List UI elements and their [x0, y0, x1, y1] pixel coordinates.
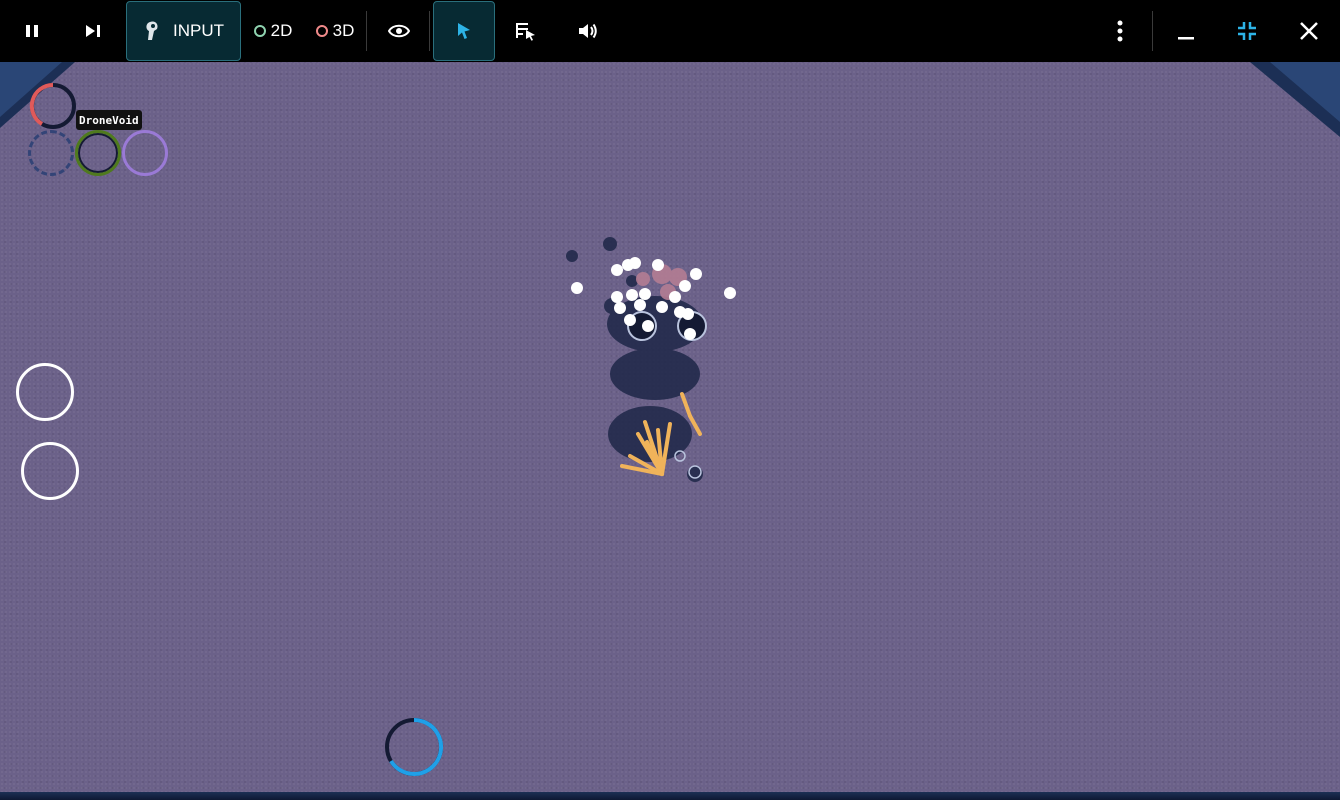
projectile [614, 302, 626, 314]
visibility-button[interactable] [379, 0, 419, 62]
toolbar-separator [429, 11, 430, 51]
step-forward-icon [86, 25, 100, 37]
enemy-drone [566, 250, 578, 262]
projectile [634, 299, 646, 311]
collapse-icon [1238, 22, 1256, 40]
ring-2d-icon [253, 25, 266, 37]
mode-3d-button[interactable]: 3D [310, 0, 360, 62]
volume-icon [579, 23, 597, 39]
projectile [684, 328, 696, 340]
health-ring [29, 82, 76, 129]
battle-cluster [566, 237, 736, 482]
list-select-icon [516, 23, 535, 41]
ability-ring-2 [75, 130, 121, 176]
projectile [624, 314, 636, 326]
projectile [674, 306, 686, 318]
pink-blast [636, 272, 650, 286]
spark [680, 392, 692, 418]
player-hud: DroneVoid [0, 62, 200, 192]
enemy-swarm [610, 348, 700, 400]
ability-ring-3 [122, 130, 168, 176]
enemy-drone [626, 275, 638, 287]
collapse-button[interactable] [1227, 0, 1267, 62]
wall-corner-top-right [1250, 62, 1340, 137]
projectile [611, 264, 623, 276]
more-vertical-icon [1117, 20, 1123, 42]
pointer-tool-button[interactable] [433, 1, 495, 61]
touch-button-lower[interactable] [21, 442, 79, 500]
projectile [652, 259, 664, 271]
mode-2d-label: 2D [270, 21, 293, 40]
projectile [724, 287, 736, 299]
input-toggle-button[interactable]: INPUT [126, 1, 241, 61]
input-label: INPUT [173, 21, 224, 40]
projectile [611, 291, 623, 303]
minimize-button[interactable] [1166, 0, 1206, 62]
ability-ring-1 [28, 130, 74, 176]
toolbar: INPUT 2D 3D [0, 0, 1340, 62]
cooldown-ring [385, 717, 444, 776]
projectile [629, 257, 641, 269]
pause-button[interactable] [12, 0, 52, 62]
pause-icon [26, 25, 38, 37]
projectile [571, 282, 583, 294]
wall-bottom-edge [0, 792, 1340, 800]
player-name-tag: DroneVoid [76, 110, 142, 130]
touch-button-upper[interactable] [16, 363, 74, 421]
projectile [690, 268, 702, 280]
toolbar-separator [366, 11, 367, 51]
projectile [639, 288, 651, 300]
more-options-button[interactable] [1100, 0, 1140, 62]
game-viewport[interactable]: DroneVoid [0, 62, 1340, 800]
mode-3d-label: 3D [332, 21, 355, 40]
mode-2d-button[interactable]: 2D [248, 0, 298, 62]
cursor-arrow-icon [458, 23, 470, 39]
toolbar-separator [1152, 11, 1153, 51]
sound-button[interactable] [568, 0, 608, 62]
player-name: DroneVoid [79, 114, 139, 127]
projectile [626, 289, 638, 301]
joystick-icon [146, 21, 158, 40]
projectile [669, 291, 681, 303]
inspector-button[interactable] [506, 0, 546, 62]
close-button[interactable] [1289, 0, 1329, 62]
eye-icon [388, 24, 410, 38]
close-icon [1300, 22, 1318, 40]
projectile [642, 320, 654, 332]
enemy-drone [603, 237, 617, 251]
projectile [679, 280, 691, 292]
projectile [656, 301, 668, 313]
minimize-icon [1178, 37, 1194, 40]
step-forward-button[interactable] [73, 0, 113, 62]
ring-3d-icon [315, 25, 328, 37]
